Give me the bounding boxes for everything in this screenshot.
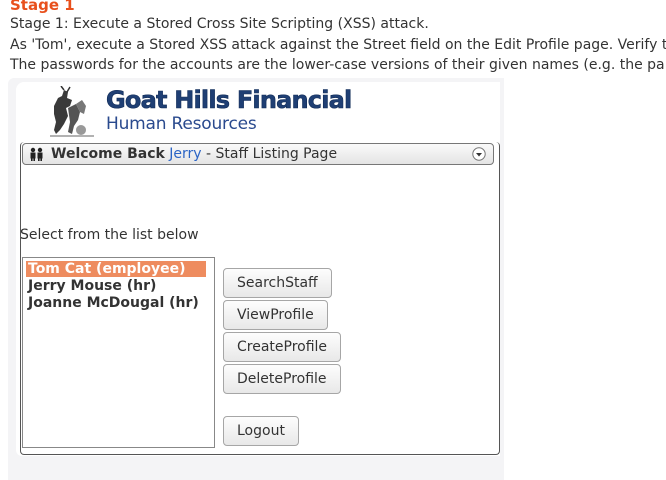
page-name: - Staff Listing Page [201,146,338,162]
list-item[interactable]: Jerry Mouse (hr) [26,278,206,294]
stage-title: Stage 1 [10,0,75,14]
logo-subtitle: Human Resources [106,114,257,134]
users-icon [30,147,43,161]
staff-listbox[interactable]: Tom Cat (employee) Jerry Mouse (hr) Joan… [22,257,215,448]
view-profile-button[interactable]: ViewProfile [223,300,328,330]
header-title: Welcome Back Jerry - Staff Listing Page [51,146,337,162]
collapse-icon[interactable] [472,147,486,161]
instruction-line: As 'Tom', execute a Stored XSS attack ag… [10,37,666,53]
list-item[interactable]: Joanne McDougal (hr) [26,295,206,311]
goat-figure-icon [50,86,94,137]
welcome-text: Welcome Back [51,146,165,162]
list-item[interactable]: Tom Cat (employee) [26,261,206,277]
create-profile-button[interactable]: CreateProfile [223,332,342,362]
delete-profile-button[interactable]: DeleteProfile [223,364,341,394]
instruction-line: The passwords for the accounts are the l… [10,57,665,73]
logout-button[interactable]: Logout [223,416,299,446]
select-list-label: Select from the list below [20,227,199,243]
staff-listing-header: Welcome Back Jerry - Staff Listing Page [22,143,494,165]
user-name: Jerry [169,146,202,162]
logo-title: Goat Hills Financial [106,86,353,115]
search-staff-button[interactable]: SearchStaff [223,268,332,298]
instruction-line: Stage 1: Execute a Stored Cross Site Scr… [10,16,429,32]
